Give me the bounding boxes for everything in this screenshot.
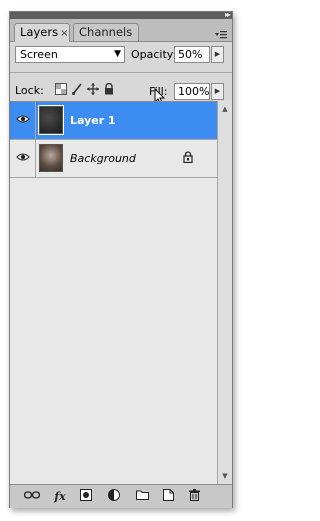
chevron-down-icon: ▼ [114,49,121,59]
blend-mode-select[interactable]: Screen ▼ [15,46,125,63]
eye-icon [16,115,30,123]
opacity-label: Opacity: [131,48,177,61]
lock-transparent-icon[interactable] [54,83,68,97]
panel-titlebar[interactable]: ▸▸ [10,11,232,19]
tab-channels-label: Channels [79,25,133,39]
new-layer-icon[interactable] [160,489,176,504]
tab-channels[interactable]: Channels [73,23,139,41]
close-icon[interactable]: × [60,28,68,39]
lock-label: Lock: [15,84,44,97]
lock-all-icon[interactable] [102,82,116,97]
layer-name[interactable]: Background [70,152,136,165]
tab-strip: Layers × Channels [10,19,232,42]
lock-icon [182,151,194,164]
folder-icon[interactable] [134,489,150,504]
visibility-toggle[interactable] [10,102,36,139]
fill-slider-button[interactable]: ▶ [211,83,224,100]
panel-menu-icon[interactable] [214,29,228,41]
adjustment-icon[interactable] [106,489,122,504]
blend-mode-value: Screen [20,48,58,61]
lock-brush-icon[interactable] [70,83,84,97]
lock-move-icon[interactable] [86,83,100,97]
layer-row-layer-1[interactable]: Layer 1 [10,102,217,140]
divider [10,72,232,73]
tab-layers[interactable]: Layers × [14,23,70,42]
layers-list: Layer 1 Background [10,101,217,485]
mask-icon[interactable] [78,489,94,504]
layers-scrollbar[interactable]: ▲ ▼ [217,101,232,484]
eye-icon [16,153,30,161]
layer-name[interactable]: Layer 1 [70,114,116,127]
panel-footer: fx [10,484,232,508]
scroll-up-icon[interactable]: ▲ [218,103,232,115]
layer-thumbnail[interactable] [38,105,64,135]
visibility-toggle[interactable] [10,140,36,177]
opacity-input[interactable]: 50% [174,46,210,63]
layer-row-background[interactable]: Background [10,140,217,178]
trash-icon[interactable] [186,489,202,504]
fill-input[interactable]: 100% [174,83,210,100]
tab-layers-label: Layers [20,25,59,39]
fx-icon[interactable]: fx [52,489,68,504]
link-icon[interactable] [23,489,41,504]
layers-panel: ▸▸ Layers × Channels Screen ▼ Opacity: 50… [9,11,233,508]
opacity-slider-button[interactable]: ▶ [211,46,224,63]
scroll-down-icon[interactable]: ▼ [218,470,232,482]
layer-thumbnail[interactable] [39,144,63,172]
collapse-icon[interactable]: ▸▸ [225,11,231,19]
